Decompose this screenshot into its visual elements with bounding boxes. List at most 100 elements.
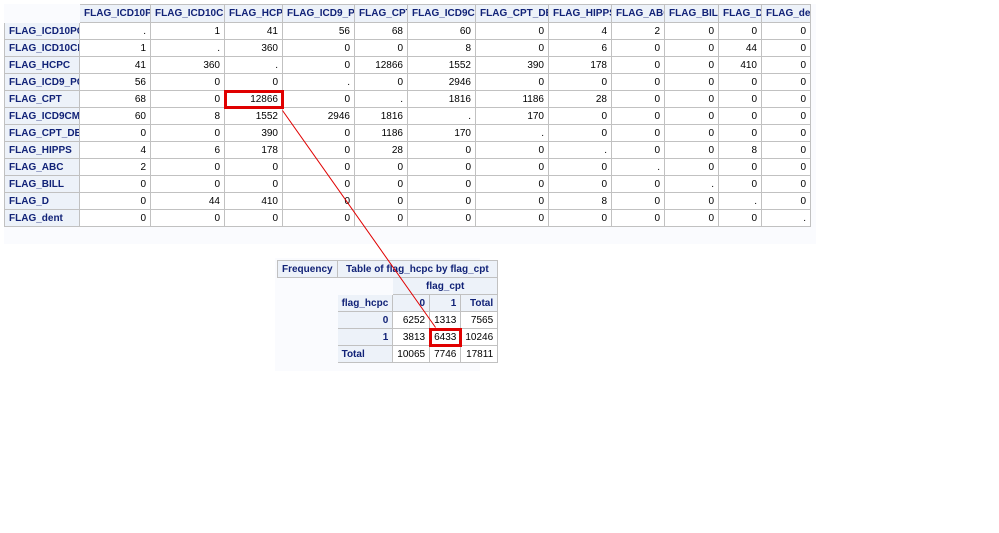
table-cell: 0	[475, 141, 549, 159]
freq-cell: 17811	[460, 345, 499, 363]
table-row: FLAG_CPT_DEL0039001186170.00000	[4, 124, 811, 142]
corner-cell	[4, 4, 80, 23]
table-cell: 1816	[354, 107, 408, 125]
table-cell: 0	[475, 175, 549, 193]
table-cell: 0	[224, 73, 283, 91]
table-cell: 1	[79, 39, 151, 57]
table-cell: .	[354, 90, 408, 108]
row-header: FLAG_HCPC	[4, 56, 80, 74]
table-row: FLAG_dent 0 0 0 0 0 0 0 0 0 0 0.	[4, 209, 811, 227]
table-cell: 0	[664, 107, 719, 125]
blank-cell	[277, 311, 338, 329]
table-cell: 0	[611, 73, 665, 91]
table-cell: 0	[354, 209, 408, 227]
freq-col-header: 1	[429, 294, 462, 312]
table-row: FLAG_ICD9_PC 56 0 0. 0 2946 0 0 0 0 0 0	[4, 73, 811, 91]
freq-row-variable: flag_hcpc	[336, 294, 394, 312]
table-cell: 0	[407, 192, 476, 210]
table-cell: 0	[79, 209, 151, 227]
table-cell: 0	[282, 124, 355, 142]
table-cell: 56	[282, 22, 355, 40]
frequency-table: Frequency Table of flag_hcpc by flag_cpt…	[277, 260, 499, 363]
table-cell: 12866	[354, 56, 408, 74]
freq-data-row: 0 6252 1313 7565	[277, 311, 499, 329]
table-cell: 0	[761, 56, 811, 74]
highlight-box-correlation	[223, 89, 284, 109]
table-cell: 2	[79, 158, 151, 176]
table-cell: 0	[282, 158, 355, 176]
table-cell: 0	[282, 209, 355, 227]
blank-cell	[336, 277, 394, 295]
table-cell: 1552	[407, 56, 476, 74]
table-cell: 0	[79, 192, 151, 210]
table-cell: 0	[150, 158, 225, 176]
row-header: FLAG_CPT_DEL	[4, 124, 80, 142]
table-cell: 0	[548, 107, 612, 125]
blank-cell	[277, 277, 338, 295]
table-cell: 0	[761, 141, 811, 159]
table-cell: 178	[224, 141, 283, 159]
table-cell: 60	[407, 22, 476, 40]
table-cell: 0	[611, 39, 665, 57]
column-header: FLAG_ABC	[611, 4, 665, 23]
freq-cell: 7565	[460, 311, 499, 329]
table-cell: 0	[282, 192, 355, 210]
table-cell: 0	[282, 56, 355, 74]
table-cell: .	[282, 73, 355, 91]
table-cell: 0	[664, 192, 719, 210]
table-cell: 0	[664, 209, 719, 227]
table-cell: 0	[282, 90, 355, 108]
correlation-header-row: FLAG_ICD10PCFLAG_ICD10CMFLAG_HCPCFLAG_IC…	[4, 4, 811, 23]
freq-cell: 3813	[392, 328, 431, 346]
table-cell: 0	[354, 158, 408, 176]
table-cell: 0	[354, 192, 408, 210]
table-cell: 0	[718, 175, 762, 193]
table-cell: 0	[548, 175, 612, 193]
freq-total-row: Total 10065 7746 17811	[277, 345, 499, 363]
table-cell: 0	[761, 107, 811, 125]
table-cell: 0	[407, 158, 476, 176]
table-cell: 1816	[407, 90, 476, 108]
table-cell: 6	[150, 141, 225, 159]
table-cell: 0	[761, 39, 811, 57]
table-cell: 0	[611, 90, 665, 108]
correlation-panel: FLAG_ICD10PCFLAG_ICD10CMFLAG_HCPCFLAG_IC…	[4, 4, 816, 244]
table-cell: 0	[475, 22, 549, 40]
table-cell: 0	[224, 209, 283, 227]
table-cell: 0	[224, 175, 283, 193]
table-cell: 0	[718, 107, 762, 125]
table-cell: .	[548, 141, 612, 159]
column-header: FLAG_CPT_DEL	[475, 4, 549, 23]
table-cell: 8	[548, 192, 612, 210]
table-cell: 0	[548, 73, 612, 91]
blank-cell	[277, 328, 338, 346]
row-header: FLAG_HIPPS	[4, 141, 80, 159]
column-header: FLAG_CPT	[354, 4, 408, 23]
table-cell: 0	[761, 124, 811, 142]
column-header: FLAG_ICD10CM	[150, 4, 225, 23]
row-header: FLAG_dent	[4, 209, 80, 227]
table-cell: 360	[224, 39, 283, 57]
correlation-table: FLAG_ICD10PCFLAG_ICD10CMFLAG_HCPCFLAG_IC…	[4, 4, 811, 227]
table-cell: 8	[407, 39, 476, 57]
table-cell: 0	[664, 73, 719, 91]
freq-title-row: Frequency Table of flag_hcpc by flag_cpt	[277, 260, 499, 278]
column-header: FLAG_HCPC	[224, 4, 283, 23]
table-cell: 41	[224, 22, 283, 40]
table-cell: 0	[150, 90, 225, 108]
table-cell: 178	[548, 56, 612, 74]
table-cell: .	[224, 56, 283, 74]
table-cell: 0	[282, 141, 355, 159]
table-row: FLAG_HCPC 41 360. 0 12866 1552 390 178 0 0 410 0	[4, 56, 811, 74]
column-header: FLAG_ICD9CM	[407, 4, 476, 23]
table-row: FLAG_HIPPS 4 6 178 0 28 0 0. 0 0 8 0	[4, 141, 811, 159]
table-cell: .	[718, 192, 762, 210]
table-cell: 0	[407, 175, 476, 193]
table-cell: 28	[354, 141, 408, 159]
table-cell: 2946	[407, 73, 476, 91]
table-cell: 0	[150, 175, 225, 193]
table-row: FLAG_CPT 68 0 12866 0. 1816 1186 28 0 0 0 0	[4, 90, 811, 108]
table-cell: 0	[718, 158, 762, 176]
table-cell: .	[475, 124, 549, 142]
table-cell: 56	[79, 73, 151, 91]
